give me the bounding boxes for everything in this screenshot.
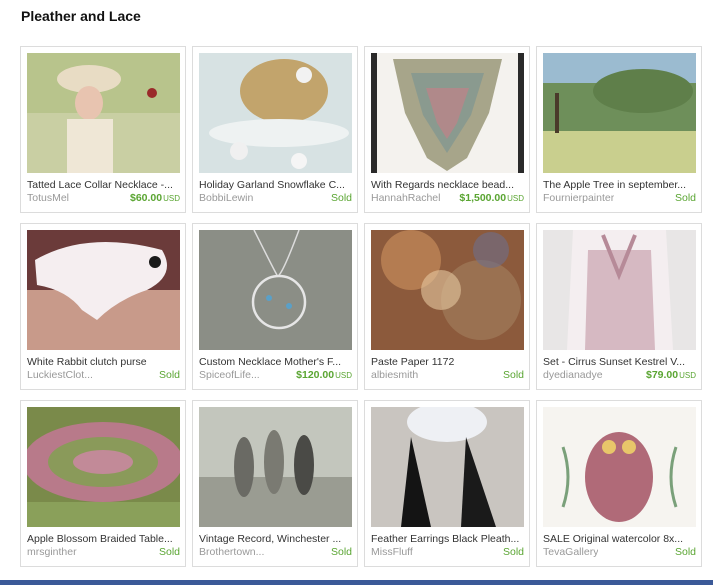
listing-image[interactable]	[371, 230, 524, 350]
listing-card[interactable]: Paste Paper 1172 albiesmith Sold	[364, 223, 530, 390]
listing-title[interactable]: Holiday Garland Snowflake C...	[199, 179, 352, 192]
listing-title[interactable]: Set - Cirrus Sunset Kestrel V...	[543, 356, 696, 369]
sold-badge: Sold	[330, 546, 352, 558]
listing-image[interactable]	[27, 53, 180, 173]
listing-image[interactable]	[543, 407, 696, 527]
listing-price: $79.00USD	[646, 369, 696, 382]
listing-image[interactable]	[371, 407, 524, 527]
listing-card[interactable]: With Regards necklace bead... HannahRach…	[364, 46, 530, 213]
listing-card[interactable]: White Rabbit clutch purse LuckiestClot..…	[20, 223, 186, 390]
listing-title[interactable]: Apple Blossom Braided Table...	[27, 533, 180, 546]
listing-image[interactable]	[543, 53, 696, 173]
listing-image[interactable]	[543, 230, 696, 350]
sold-badge: Sold	[502, 369, 524, 381]
listing-card[interactable]: Vintage Record, Winchester ... Brotherto…	[192, 400, 358, 567]
shop-name[interactable]: dyedianadye	[543, 369, 603, 382]
shop-name[interactable]: albiesmith	[371, 369, 418, 382]
shop-name[interactable]: mrsginther	[27, 546, 77, 559]
sold-badge: Sold	[674, 546, 696, 558]
price-value: $60.00	[129, 192, 163, 204]
sold-badge: Sold	[674, 192, 696, 204]
shop-name[interactable]: Brothertown...	[199, 546, 264, 559]
listing-title[interactable]: With Regards necklace bead...	[371, 179, 524, 192]
currency-label: USD	[163, 194, 180, 203]
listing-title[interactable]: Vintage Record, Winchester ...	[199, 533, 352, 546]
listing-card[interactable]: The Apple Tree in september... Fournierp…	[536, 46, 702, 213]
shop-name[interactable]: BobbiLewin	[199, 192, 253, 205]
sold-badge: Sold	[158, 369, 180, 381]
listing-image[interactable]	[199, 230, 352, 350]
price-value: $120.00	[296, 369, 335, 381]
currency-label: USD	[679, 371, 696, 380]
shop-name[interactable]: SpiceofLife...	[199, 369, 260, 382]
currency-label: USD	[507, 194, 524, 203]
price-value: $1,500.00	[459, 192, 507, 204]
shop-name[interactable]: HannahRachel	[371, 192, 440, 205]
currency-label: USD	[335, 371, 352, 380]
listing-price: $120.00USD	[296, 369, 352, 382]
page-title: Pleather and Lace	[21, 8, 141, 24]
sold-badge: Sold	[330, 192, 352, 204]
listing-title[interactable]: Paste Paper 1172	[371, 356, 524, 369]
listing-title[interactable]: SALE Original watercolor 8x...	[543, 533, 696, 546]
sold-badge: Sold	[502, 546, 524, 558]
listing-image[interactable]	[199, 53, 352, 173]
listing-grid: Tatted Lace Collar Necklace -... TotusMe…	[20, 46, 702, 567]
shop-name[interactable]: Fournierpainter	[543, 192, 614, 205]
listing-title[interactable]: The Apple Tree in september...	[543, 179, 696, 192]
listing-price: $60.00USD	[130, 192, 180, 205]
footer-bar	[0, 580, 713, 585]
shop-name[interactable]: LuckiestClot...	[27, 369, 93, 382]
price-value: $79.00	[645, 369, 679, 381]
listing-card[interactable]: Set - Cirrus Sunset Kestrel V... dyedian…	[536, 223, 702, 390]
listing-title[interactable]: Feather Earrings Black Pleath...	[371, 533, 524, 546]
listing-price: $1,500.00USD	[459, 192, 524, 205]
sold-badge: Sold	[158, 546, 180, 558]
listing-card[interactable]: Feather Earrings Black Pleath... MissFlu…	[364, 400, 530, 567]
listing-image[interactable]	[199, 407, 352, 527]
listing-card[interactable]: Apple Blossom Braided Table... mrsginthe…	[20, 400, 186, 567]
listing-image[interactable]	[371, 53, 524, 173]
listing-card[interactable]: SALE Original watercolor 8x... TevaGalle…	[536, 400, 702, 567]
shop-name[interactable]: TotusMel	[27, 192, 69, 205]
listing-title[interactable]: Tatted Lace Collar Necklace -...	[27, 179, 180, 192]
listing-title[interactable]: Custom Necklace Mother's F...	[199, 356, 352, 369]
listing-image[interactable]	[27, 407, 180, 527]
listing-image[interactable]	[27, 230, 180, 350]
shop-name[interactable]: TevaGallery	[543, 546, 598, 559]
shop-name[interactable]: MissFluff	[371, 546, 413, 559]
listing-title[interactable]: White Rabbit clutch purse	[27, 356, 180, 369]
listing-card[interactable]: Holiday Garland Snowflake C... BobbiLewi…	[192, 46, 358, 213]
listing-card[interactable]: Tatted Lace Collar Necklace -... TotusMe…	[20, 46, 186, 213]
listing-card[interactable]: Custom Necklace Mother's F... SpiceofLif…	[192, 223, 358, 390]
